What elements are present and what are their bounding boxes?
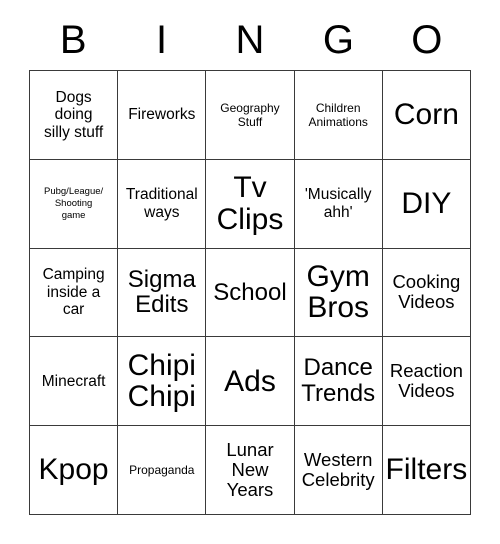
- bingo-cell-label: Dance Trends: [301, 354, 376, 408]
- bingo-cell[interactable]: Sigma Edits: [118, 248, 207, 338]
- bingo-cell[interactable]: Cooking Videos: [382, 248, 471, 338]
- bingo-cell[interactable]: Ads: [206, 337, 295, 427]
- bingo-cell-label: Chipi Chipi: [127, 348, 196, 414]
- bingo-cell[interactable]: Dogs doing silly stuff: [30, 71, 119, 160]
- bingo-cell[interactable]: Camping inside a car: [30, 248, 119, 338]
- bingo-cell[interactable]: Fireworks: [118, 71, 207, 160]
- bingo-cell[interactable]: Filters: [382, 426, 471, 515]
- bingo-cell[interactable]: Minecraft: [30, 337, 119, 427]
- bingo-grid: Dogs doing silly stuff Fireworks Geograp…: [29, 70, 471, 515]
- bingo-cell[interactable]: Reaction Videos: [382, 337, 471, 427]
- bingo-cell[interactable]: School: [206, 248, 295, 338]
- bingo-cell[interactable]: Chipi Chipi: [118, 337, 207, 427]
- bingo-cell-label: Western Celebrity: [301, 448, 375, 491]
- bingo-cell[interactable]: Dance Trends: [294, 337, 383, 427]
- bingo-cell-label: Sigma Edits: [127, 265, 196, 319]
- bingo-cell[interactable]: Geography Stuff: [206, 71, 295, 160]
- bingo-cell-label: Reaction Videos: [389, 359, 463, 402]
- bingo-cell[interactable]: Pubg/League/ Shooting game: [30, 159, 119, 249]
- bingo-cell-label: School: [213, 278, 287, 306]
- bingo-cell-label: Minecraft: [41, 372, 106, 390]
- bingo-cell-label: Gym Bros: [306, 259, 370, 325]
- bingo-cell-label: Dogs doing silly stuff: [44, 88, 104, 141]
- bingo-cell-label: Pubg/League/ Shooting game: [44, 185, 104, 221]
- bingo-cell-label: Camping inside a car: [42, 266, 105, 319]
- bingo-header-letter-g: G: [322, 18, 354, 62]
- bingo-header-letter-b: B: [59, 18, 87, 62]
- bingo-cell[interactable]: Tv Clips: [206, 159, 295, 249]
- bingo-cell-label: Corn: [393, 98, 459, 132]
- bingo-cell[interactable]: Corn: [382, 71, 471, 160]
- bingo-cell-label: Geography Stuff: [220, 100, 280, 129]
- bingo-cell-label: Children Animations: [308, 100, 368, 129]
- bingo-header-row: B I N G O: [29, 10, 471, 70]
- bingo-header-letter-i: I: [156, 18, 168, 62]
- bingo-cell[interactable]: Propaganda: [118, 426, 207, 515]
- bingo-cell[interactable]: Children Animations: [294, 71, 383, 160]
- bingo-cell[interactable]: Kpop: [30, 426, 119, 515]
- bingo-cell-label: 'Musically ahh': [304, 186, 372, 221]
- bingo-cell[interactable]: Lunar New Years: [206, 426, 295, 515]
- bingo-header-letter-n: N: [235, 18, 265, 62]
- bingo-card: B I N G O Dogs doing silly stuff Firewor…: [29, 10, 471, 515]
- bingo-cell-label: Tv Clips: [216, 171, 284, 236]
- bingo-cell-label: Propaganda: [129, 462, 195, 477]
- bingo-cell-label: DIY: [401, 186, 452, 220]
- bingo-cell-label: Kpop: [38, 453, 109, 487]
- bingo-cell[interactable]: Western Celebrity: [294, 426, 383, 515]
- bingo-cell-label: Fireworks: [128, 106, 196, 124]
- bingo-cell-label: Lunar New Years: [226, 438, 274, 501]
- bingo-cell[interactable]: 'Musically ahh': [294, 159, 383, 249]
- bingo-cell-label: Traditional ways: [125, 186, 198, 221]
- bingo-cell[interactable]: Gym Bros: [294, 248, 383, 338]
- bingo-cell-label: Ads: [224, 364, 276, 398]
- bingo-cell-label: Filters: [385, 453, 468, 487]
- bingo-cell-label: Cooking Videos: [392, 271, 461, 313]
- bingo-cell[interactable]: Traditional ways: [118, 159, 207, 249]
- bingo-header-letter-o: O: [411, 18, 443, 62]
- bingo-cell[interactable]: DIY: [382, 159, 471, 249]
